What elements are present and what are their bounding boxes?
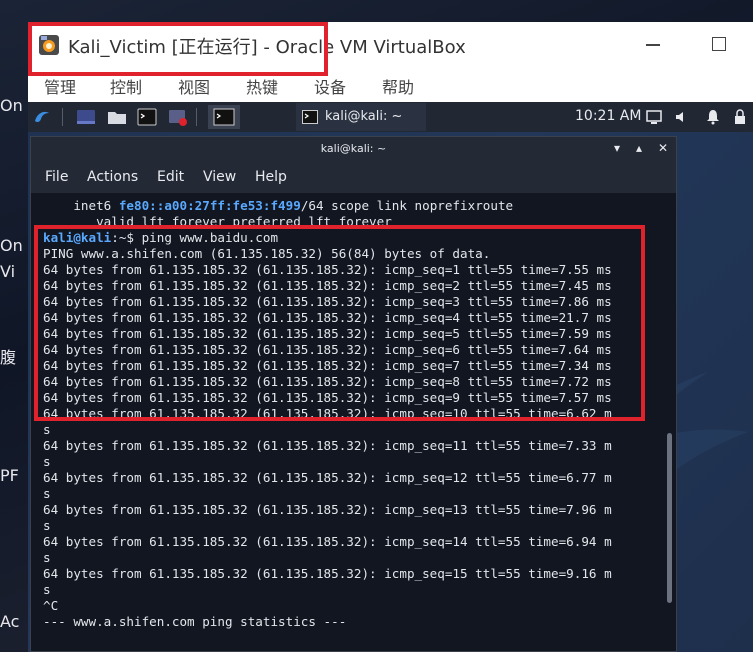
terminal-scrollbar[interactable]	[667, 433, 672, 603]
terminal-menubar: File Actions Edit View Help	[31, 163, 676, 193]
terminal-line: 64 bytes from 61.135.185.32 (61.135.185.…	[43, 470, 612, 485]
terminal-menu-view[interactable]: View	[203, 169, 236, 185]
terminal-line: 64 bytes from 61.135.185.32 (61.135.185.…	[43, 438, 612, 453]
terminal-line: --- www.a.shifen.com ping statistics ---	[43, 614, 347, 629]
terminal-line: inet6 fe80::a00:27ff:fe53:f499/64 scope …	[43, 198, 513, 214]
terminal-menu-file[interactable]: File	[45, 169, 68, 185]
screen-recorder-icon[interactable]	[168, 107, 188, 127]
menu-item-view[interactable]: 视图	[178, 74, 210, 98]
terminal-menu-actions[interactable]: Actions	[87, 169, 138, 185]
ipv6-address: fe80::a00:27ff:fe53:f499	[118, 198, 301, 213]
terminal-line: 64 bytes from 61.135.185.32 (61.135.185.…	[43, 566, 612, 581]
terminal-menu-edit[interactable]: Edit	[157, 169, 184, 185]
terminal-line: 64 bytes from 61.135.185.32 (61.135.185.…	[43, 502, 612, 517]
highlight-box-title	[28, 22, 328, 76]
terminal-launcher-icon[interactable]	[137, 107, 157, 127]
notifications-bell-icon[interactable]	[705, 109, 721, 125]
file-manager-icon[interactable]	[107, 107, 127, 127]
terminal-line: s	[43, 582, 51, 597]
terminal-titlebar[interactable]: kali@kali: ~ ▾ ▴ ✕	[31, 137, 676, 163]
panel-separator	[196, 108, 197, 126]
terminal-line: s	[43, 518, 51, 533]
terminal-line: s	[43, 550, 51, 565]
maximize-button[interactable]	[712, 37, 726, 51]
terminal-maximize-button[interactable]: ▴	[636, 141, 642, 155]
display-icon[interactable]	[646, 109, 662, 125]
highlight-box-ping-output	[34, 225, 645, 421]
terminal-minimize-button[interactable]: ▾	[614, 141, 620, 155]
panel-separator	[62, 108, 63, 126]
show-desktop-icon[interactable]	[76, 107, 96, 127]
terminal-title: kali@kali: ~	[320, 142, 387, 155]
audio-icon[interactable]	[674, 109, 690, 125]
terminal-line: s	[43, 454, 51, 469]
host-side-label: Vi	[0, 262, 16, 281]
host-side-label: 腹	[0, 348, 17, 367]
menu-item-devices[interactable]: 设备	[314, 74, 346, 98]
menu-item-hotkeys[interactable]: 热键	[246, 74, 278, 98]
kali-dragon-menu-icon[interactable]	[32, 107, 52, 127]
terminal-icon	[302, 110, 318, 124]
terminal-line: s	[43, 486, 51, 501]
panel-clock[interactable]: 10:21 AM	[575, 108, 641, 124]
terminal-line: s	[43, 422, 51, 437]
inet6-label: inet6	[43, 198, 119, 213]
host-side-label: Ac	[0, 612, 20, 631]
terminal-close-button[interactable]: ✕	[658, 141, 668, 155]
host-side-label: On	[0, 96, 23, 115]
menu-item-control[interactable]: 控制	[110, 74, 142, 98]
terminal-workspace-icon[interactable]	[208, 105, 240, 129]
host-side-label: On	[0, 236, 23, 255]
taskbar-terminal-tab[interactable]: kali@kali: ~	[296, 103, 426, 131]
host-side-label: PF	[0, 466, 19, 485]
kali-top-panel: kali@kali: ~ 10:21 AM	[28, 102, 753, 132]
lock-screen-icon[interactable]	[732, 109, 748, 125]
inet6-suffix: /64 scope link noprefixroute	[300, 198, 514, 213]
terminal-menu-help[interactable]: Help	[255, 169, 287, 185]
taskbar-terminal-label: kali@kali: ~	[325, 109, 403, 124]
terminal-line: 64 bytes from 61.135.185.32 (61.135.185.…	[43, 534, 612, 549]
minimize-button[interactable]	[646, 44, 660, 46]
menu-item-help[interactable]: 帮助	[382, 74, 414, 98]
menu-item-manage[interactable]: 管理	[44, 74, 76, 98]
terminal-line: ^C	[43, 598, 59, 613]
